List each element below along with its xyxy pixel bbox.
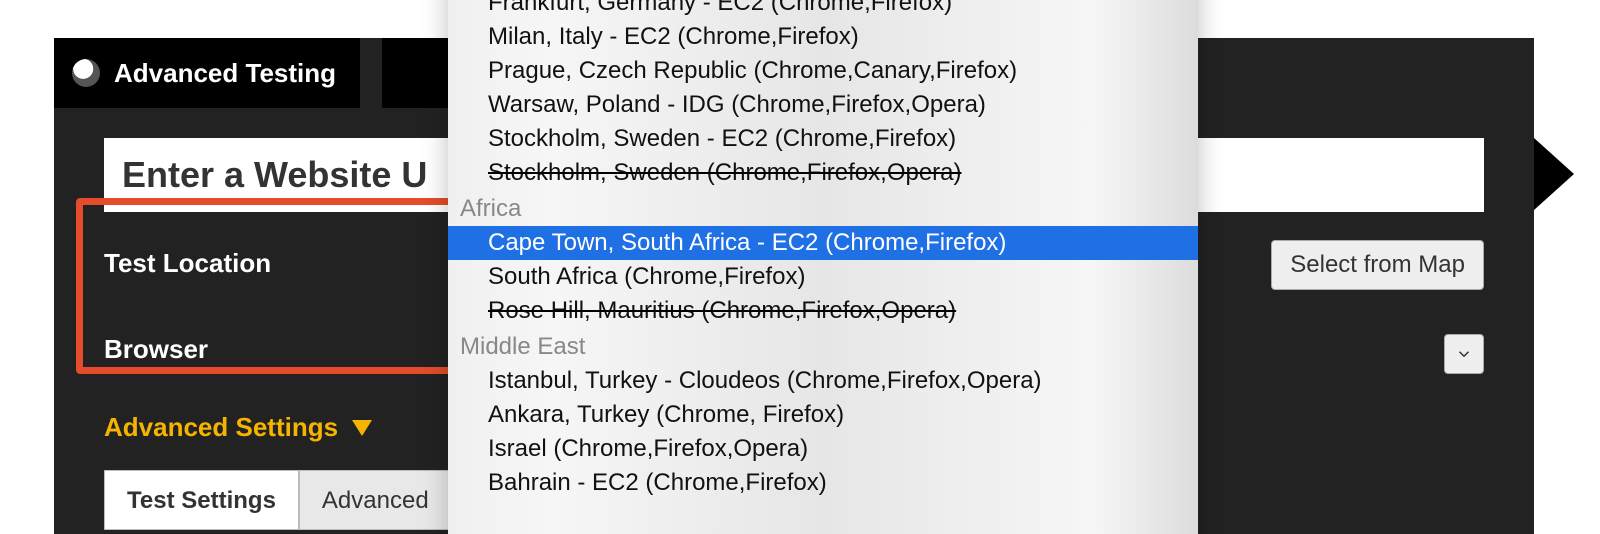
sub-tabs: Test Settings Advanced: [104, 470, 452, 530]
dropdown-option[interactable]: Rose Hill, Mauritius (Chrome,Firefox,Ope…: [448, 294, 1198, 328]
chevron-down-icon: [1455, 345, 1473, 363]
label-browser: Browser: [104, 334, 208, 365]
browser-select-chevron[interactable]: [1444, 334, 1484, 374]
tab-advanced[interactable]: Advanced: [299, 470, 452, 530]
tab-test-settings[interactable]: Test Settings: [104, 470, 299, 530]
dropdown-option[interactable]: Israel (Chrome,Firefox,Opera): [448, 432, 1198, 466]
dropdown-option[interactable]: Ankara, Turkey (Chrome, Firefox): [448, 398, 1198, 432]
dropdown-option-selected[interactable]: Cape Town, South Africa - EC2 (Chrome,Fi…: [448, 226, 1198, 260]
advanced-settings-label: Advanced Settings: [104, 412, 338, 443]
dropdown-option[interactable]: Frankfurt, Germany - EC2 (Chrome,Firefox…: [448, 0, 1198, 20]
advanced-settings-toggle[interactable]: Advanced Settings: [104, 412, 372, 443]
location-dropdown[interactable]: Amsterdam, NL - GCE (Chrome,Firefox) Fra…: [448, 0, 1198, 534]
dropdown-option[interactable]: Stockholm, Sweden - EC2 (Chrome,Firefox): [448, 122, 1198, 156]
dropdown-option[interactable]: Prague, Czech Republic (Chrome,Canary,Fi…: [448, 54, 1198, 88]
dropdown-group-middle-east: Middle East Istanbul, Turkey - Cloudeos …: [448, 328, 1198, 500]
dropdown-group-africa: Africa Cape Town, South Africa - EC2 (Ch…: [448, 190, 1198, 328]
tab-advanced-testing[interactable]: Advanced Testing: [54, 38, 360, 108]
tab-label: Advanced Testing: [114, 58, 336, 89]
label-test-location: Test Location: [104, 248, 271, 279]
dropdown-option[interactable]: Stockholm, Sweden (Chrome,Firefox,Opera): [448, 156, 1198, 190]
dropdown-option[interactable]: Milan, Italy - EC2 (Chrome,Firefox): [448, 20, 1198, 54]
dropdown-option[interactable]: Istanbul, Turkey - Cloudeos (Chrome,Fire…: [448, 364, 1198, 398]
chevron-down-icon: [352, 420, 372, 436]
dropdown-option[interactable]: South Africa (Chrome,Firefox): [448, 260, 1198, 294]
globe-icon: [72, 59, 100, 87]
start-test-arrow[interactable]: [1534, 138, 1574, 210]
dropdown-option[interactable]: Bahrain - EC2 (Chrome,Firefox): [448, 466, 1198, 500]
select-from-map-button[interactable]: Select from Map: [1271, 240, 1484, 290]
dropdown-option[interactable]: Warsaw, Poland - IDG (Chrome,Firefox,Ope…: [448, 88, 1198, 122]
dropdown-group-label: Middle East: [448, 328, 1198, 364]
dropdown-group-label: Africa: [448, 190, 1198, 226]
